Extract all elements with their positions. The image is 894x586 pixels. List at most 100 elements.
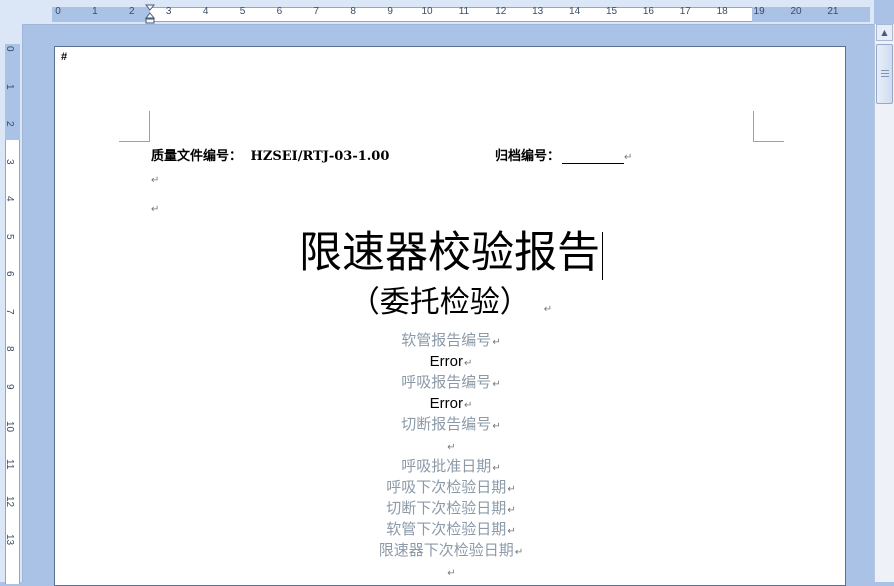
crop-mark-top-left [119, 111, 150, 142]
ruler-number: 7 [4, 308, 15, 315]
merge-field[interactable]: 切断下次检验日期↵ [55, 498, 847, 519]
ruler-right-margin [752, 7, 870, 22]
ruler-number: 8 [4, 346, 15, 352]
ruler-left-margin [52, 7, 150, 22]
ruler-number: 5 [239, 6, 246, 17]
merge-field-text: 软管报告编号 [401, 331, 492, 349]
merge-field-text: Error [429, 395, 463, 412]
paragraph-mark-icon: ↵ [624, 152, 633, 163]
document-page[interactable]: # 质量文件编号： HZSEI/RTJ-03-1.00 归档编号： ↵ ↵ ↵ 限… [54, 46, 846, 586]
archive-label: 归档编号： [495, 149, 561, 164]
ruler-number: 21 [827, 6, 839, 17]
ruler-number: 11 [4, 458, 15, 469]
ruler-number: 6 [276, 6, 283, 17]
horizontal-ruler[interactable]: 0 1 2 3 4 5 6 7 8 9 10 11 12 13 14 15 16 17 18 19 20 21 [22, 0, 874, 25]
text-cursor [602, 231, 603, 280]
merge-field[interactable]: 软管下次检验日期↵ [55, 519, 847, 540]
paragraph-mark-icon: ↵ [507, 505, 516, 516]
paragraph-mark-icon: ↵ [514, 547, 524, 558]
merge-field-text: Error [429, 353, 463, 370]
report-subtitle[interactable]: （委托检验） ↵ [55, 283, 847, 330]
paragraph-mark-icon: ↵ [492, 463, 501, 474]
ruler-number: 1 [4, 83, 15, 90]
ruler-number: 13 [532, 6, 544, 17]
ruler-number: 10 [421, 6, 433, 17]
ruler-number: 4 [4, 196, 15, 202]
quality-file-number: HZSEI/RTJ-03-1.00 [250, 149, 390, 164]
merge-field[interactable]: 呼吸下次检验日期↵ [55, 477, 847, 498]
merge-field[interactable]: ↵ [55, 561, 847, 582]
ruler-number: 1 [92, 6, 98, 17]
ruler-number: 3 [165, 6, 172, 17]
ruler-number: 0 [55, 6, 61, 17]
ruler-number: 8 [350, 6, 356, 17]
ruler-number: 12 [4, 496, 15, 508]
ruler-number: 7 [313, 6, 320, 17]
quality-file-line[interactable]: 质量文件编号： HZSEI/RTJ-03-1.00 [151, 145, 389, 164]
crop-mark-top-right [753, 111, 784, 142]
ruler-number: 12 [495, 6, 507, 17]
merge-field[interactable]: 呼吸批准日期↵ [55, 456, 847, 477]
paragraph-mark-icon: ↵ [507, 526, 516, 537]
ruler-number: 20 [790, 6, 802, 17]
merge-field[interactable]: 呼吸报告编号↵ [55, 372, 847, 393]
report-title-text: 限速器校验报告 [299, 228, 600, 278]
merge-field-text: 软管下次检验日期 [386, 520, 507, 538]
report-title[interactable]: 限速器校验报告 [55, 227, 847, 280]
scroll-thumb[interactable] [876, 44, 893, 104]
ruler-number: 17 [679, 6, 691, 17]
merge-field-text: 呼吸批准日期 [401, 457, 492, 475]
grip-line [881, 76, 889, 77]
merge-field[interactable]: 限速器下次检验日期↵ [55, 540, 847, 561]
merge-field-list: 软管报告编号↵ Error↵ 呼吸报告编号↵ Error↵ 切断报告编号↵ ↵ 呼吸批准日期… [55, 330, 847, 582]
ruler-number: 0 [4, 46, 15, 52]
archive-number-line[interactable]: 归档编号： ↵ [495, 145, 632, 164]
grip-line [881, 70, 889, 71]
paragraph-mark-icon: ↵ [543, 304, 553, 315]
ruler-number: 2 [4, 121, 15, 127]
ruler-number: 6 [4, 271, 15, 277]
ruler-number: 10 [4, 421, 15, 433]
quality-file-label: 质量文件编号： [151, 149, 243, 164]
paragraph-mark-icon: ↵ [463, 400, 473, 411]
merge-field-text: 切断下次检验日期 [386, 499, 507, 517]
scroll-up-button[interactable]: ▲ [876, 24, 893, 41]
paragraph-mark-icon: ↵ [447, 568, 456, 579]
merge-field[interactable]: Error↵ [55, 393, 847, 414]
hash-mark: # [61, 51, 68, 63]
paragraph-mark-icon: ↵ [463, 358, 473, 369]
ruler-corner [0, 0, 23, 25]
ruler-number: 2 [129, 6, 135, 17]
ruler-number: 11 [458, 6, 470, 17]
ruler-number: 18 [716, 6, 728, 17]
archive-number-blank[interactable] [562, 149, 625, 164]
merge-field-text: 呼吸下次检验日期 [386, 478, 507, 496]
vertical-scrollbar[interactable]: ▲ [874, 24, 894, 582]
indent-marker-icon[interactable] [145, 4, 155, 24]
grip-line [881, 73, 889, 74]
ruler-number: 16 [642, 6, 654, 17]
merge-field[interactable]: 切断报告编号↵ [55, 414, 847, 435]
report-subtitle-text: （委托检验） [349, 285, 530, 320]
paragraph-mark-icon: ↵ [492, 379, 501, 390]
paragraph-mark-icon: ↵ [492, 421, 501, 432]
merge-field-text: 切断报告编号 [401, 415, 492, 433]
merge-field-text: 限速器下次检验日期 [378, 541, 514, 559]
merge-field[interactable]: ↵ [55, 435, 847, 456]
paragraph-mark-icon: ↵ [447, 442, 456, 453]
ruler-number: 13 [4, 533, 15, 545]
merge-field-text: 呼吸报告编号 [401, 373, 492, 391]
ruler-number: 5 [4, 233, 15, 240]
paragraph-mark-icon: ↵ [151, 175, 160, 186]
ruler-number: 9 [387, 6, 393, 17]
ruler-number: 9 [4, 383, 15, 390]
vertical-ruler[interactable]: 0 1 2 3 4 5 6 7 8 9 10 11 12 13 [0, 24, 23, 584]
ruler-number: 3 [4, 158, 15, 165]
ruler-number: 14 [569, 6, 581, 17]
merge-field[interactable]: Error↵ [55, 351, 847, 372]
ruler-number: 19 [753, 6, 765, 17]
paragraph-mark-icon: ↵ [507, 484, 516, 495]
paragraph-mark-icon: ↵ [492, 337, 501, 348]
ruler-number: 4 [202, 6, 209, 17]
merge-field[interactable]: 软管报告编号↵ [55, 330, 847, 351]
